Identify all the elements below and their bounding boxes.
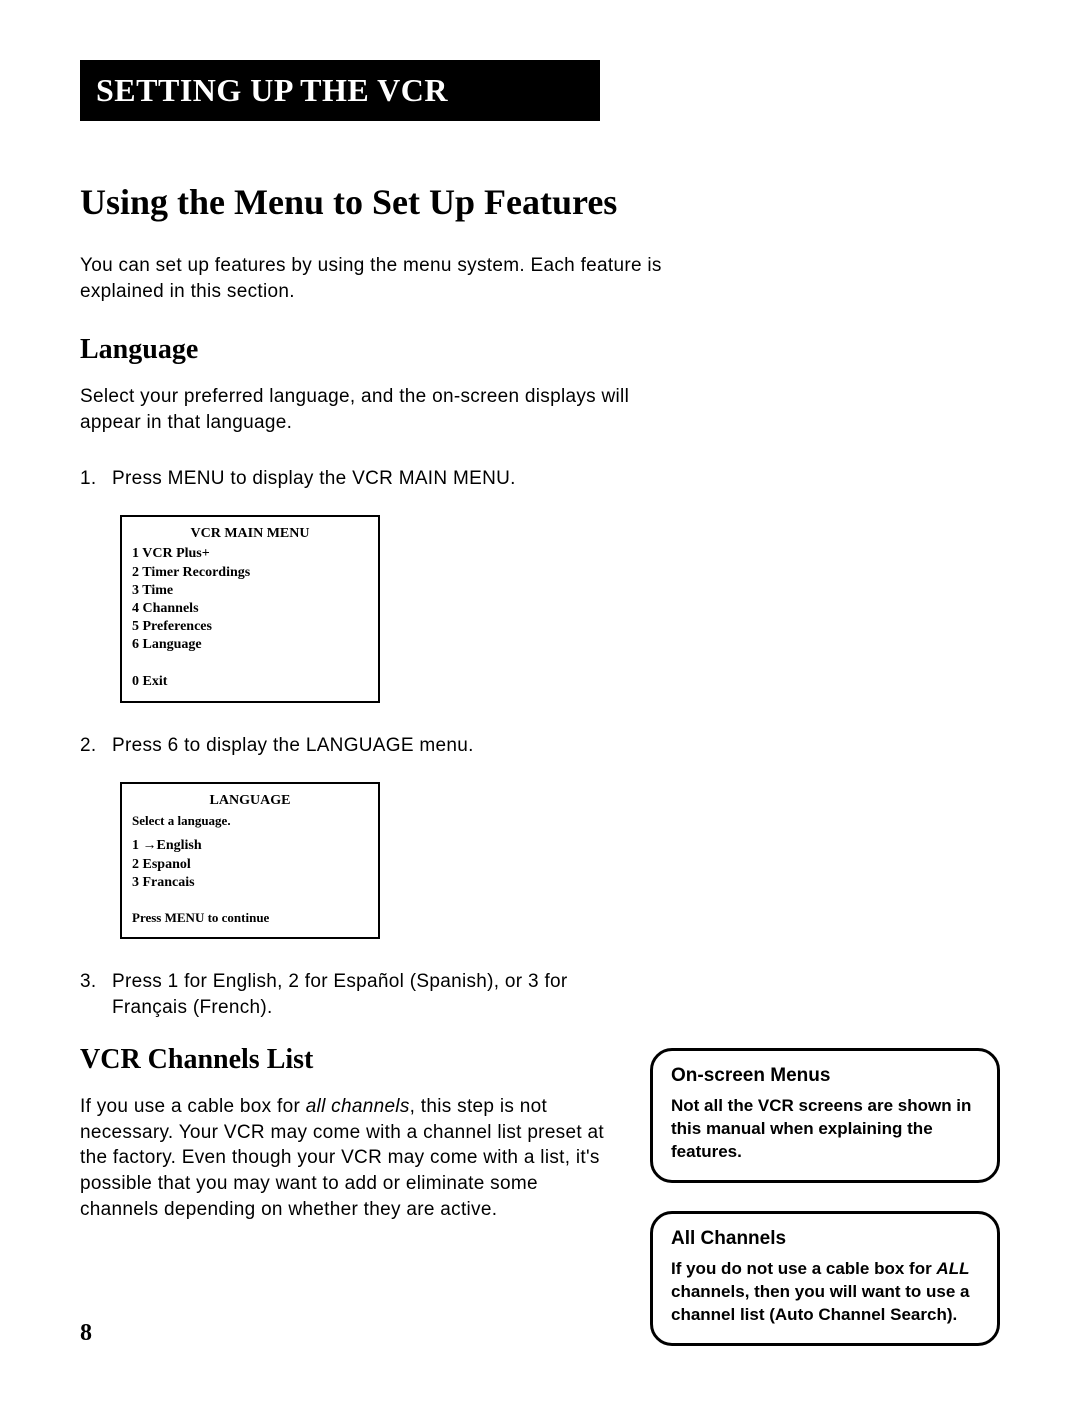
channels-heading: VCR Channels List bbox=[80, 1044, 610, 1076]
menu-option: 1 →English bbox=[132, 837, 368, 855]
step-number: 1. bbox=[80, 466, 112, 492]
screen-instruction: Select a language. bbox=[132, 813, 368, 830]
step-text: Press MENU to display the VCR MAIN MENU. bbox=[112, 466, 640, 492]
callout-body: If you do not use a cable box for ALL ch… bbox=[671, 1258, 979, 1327]
callout-title: All Channels bbox=[671, 1228, 979, 1250]
menu-option: 3 Francais bbox=[132, 874, 368, 892]
menu-item: 1 VCR Plus+ bbox=[132, 545, 368, 563]
step-text: Press 1 for English, 2 for Español (Span… bbox=[112, 969, 640, 1020]
menu-item: 2 Timer Recordings bbox=[132, 564, 368, 582]
screen-title: LANGUAGE bbox=[132, 792, 368, 810]
callout-title: On-screen Menus bbox=[671, 1065, 979, 1087]
page-number: 8 bbox=[80, 1320, 92, 1347]
vcr-main-menu-screen: VCR MAIN MENU 1 VCR Plus+ 2 Timer Record… bbox=[120, 515, 380, 703]
menu-item: 3 Time bbox=[132, 582, 368, 600]
step-number: 2. bbox=[80, 733, 112, 759]
screen-title: VCR MAIN MENU bbox=[132, 525, 368, 543]
callout-all-channels: All Channels If you do not use a cable b… bbox=[650, 1211, 1000, 1346]
menu-option: 2 Espanol bbox=[132, 856, 368, 874]
section-title: Using the Menu to Set Up Features bbox=[80, 181, 1000, 223]
menu-item: 6 Language bbox=[132, 636, 368, 654]
language-step-3: 3. Press 1 for English, 2 for Español (S… bbox=[80, 969, 640, 1020]
intro-paragraph: You can set up features by using the men… bbox=[80, 253, 680, 304]
channels-paragraph: If you use a cable box for all channels,… bbox=[80, 1094, 610, 1222]
language-menu-screen: LANGUAGE Select a language. 1 →English 2… bbox=[120, 782, 380, 939]
menu-exit: 0 Exit bbox=[132, 673, 368, 691]
language-step-2: 2. Press 6 to display the LANGUAGE menu. bbox=[80, 733, 640, 759]
menu-item: 5 Preferences bbox=[132, 618, 368, 636]
screen-continue-instruction: Press MENU to continue bbox=[132, 910, 368, 927]
chapter-title: SETTING UP THE VCR bbox=[80, 60, 600, 121]
step-text: Press 6 to display the LANGUAGE menu. bbox=[112, 733, 640, 759]
menu-item: 4 Channels bbox=[132, 600, 368, 618]
language-heading: Language bbox=[80, 334, 1000, 366]
language-step-1: 1. Press MENU to display the VCR MAIN ME… bbox=[80, 466, 640, 492]
step-number: 3. bbox=[80, 969, 112, 1020]
callout-onscreen-menus: On-screen Menus Not all the VCR screens … bbox=[650, 1048, 1000, 1183]
language-intro: Select your preferred language, and the … bbox=[80, 384, 680, 435]
callout-body: Not all the VCR screens are shown in thi… bbox=[671, 1095, 979, 1164]
